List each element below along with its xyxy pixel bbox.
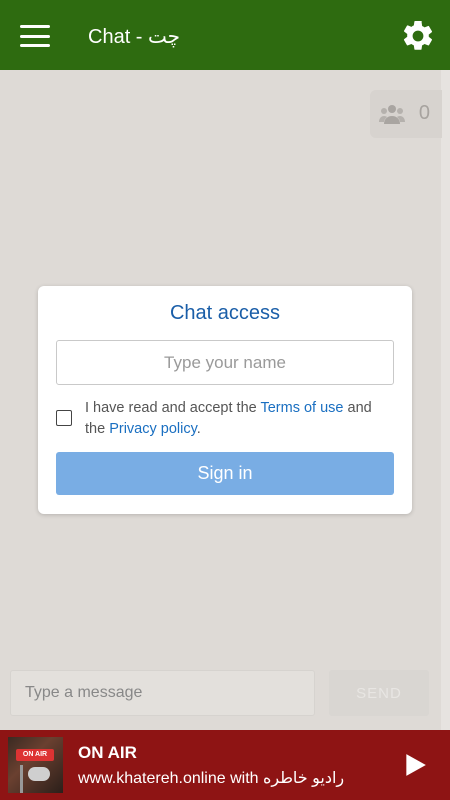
play-icon[interactable]	[402, 752, 428, 778]
on-air-sign-image: ON AIR	[16, 749, 54, 761]
name-input[interactable]	[56, 340, 394, 385]
chat-scrollbar[interactable]	[441, 70, 450, 730]
users-group-icon	[379, 105, 405, 124]
station-artwork: ON AIR	[8, 737, 63, 793]
terms-of-use-link[interactable]: Terms of use	[260, 400, 343, 416]
online-users-count: 0	[418, 102, 430, 124]
page-title: Chat - چت	[88, 26, 181, 48]
message-input[interactable]: Type a message	[10, 670, 315, 716]
player-track-title: www.khatereh.online with رادیو خاطره	[78, 770, 345, 787]
player-status: ON AIR	[78, 743, 137, 762]
terms-suffix: .	[196, 421, 201, 437]
online-users-badge[interactable]: 0	[370, 90, 442, 138]
app-header: Chat - چت	[0, 0, 450, 70]
terms-prefix: I have read and accept the	[85, 400, 261, 416]
gear-icon[interactable]	[400, 18, 436, 54]
send-button[interactable]: SEND	[329, 670, 429, 716]
chat-access-dialog: Chat access I have read and accept the T…	[38, 286, 412, 514]
terms-checkbox[interactable]	[56, 410, 72, 426]
dialog-title: Chat access	[169, 302, 281, 324]
radio-player-bar: ON AIR ON AIR www.khatereh.online with ر…	[0, 730, 450, 800]
sign-in-button[interactable]: Sign in	[56, 452, 394, 495]
terms-text: I have read and accept the Terms of use …	[85, 398, 395, 440]
hamburger-menu-icon[interactable]	[20, 25, 50, 47]
privacy-policy-link[interactable]: Privacy policy	[109, 421, 197, 437]
microphone-image	[28, 767, 50, 781]
mic-stand-image	[20, 765, 23, 793]
